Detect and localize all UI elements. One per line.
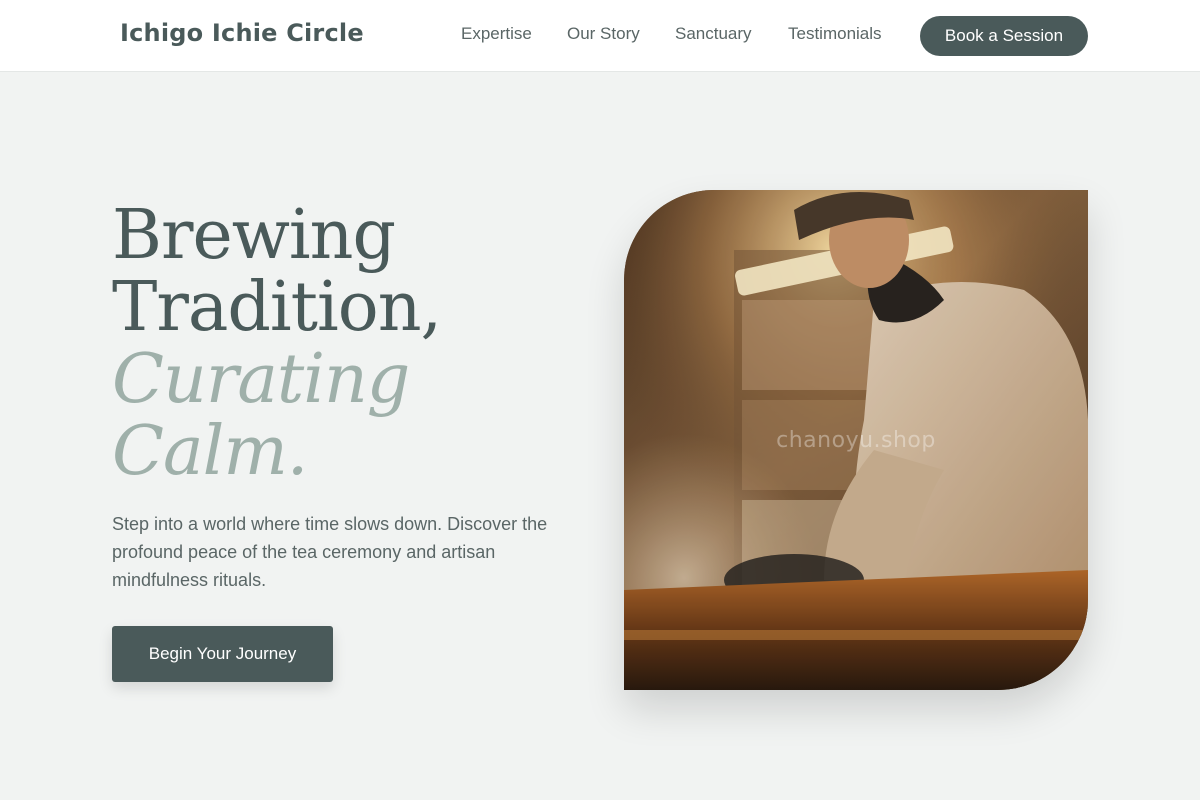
headline-line-calm: Calm.	[112, 412, 308, 491]
hero-headline: Brewing Tradition, Curating Calm.	[112, 196, 442, 491]
hero-photo: chanoyu.shop	[624, 190, 1088, 690]
hero-description: Step into a world where time slows down.…	[112, 514, 548, 590]
top-navigation-bar: Ichigo Ichie Circle Expertise Our Story …	[0, 0, 1200, 72]
nav-link-sanctuary[interactable]: Sanctuary	[675, 24, 752, 44]
nav-link-our-story[interactable]: Our Story	[567, 24, 640, 44]
book-session-button[interactable]: Book a Session	[920, 16, 1088, 56]
headline-line-tradition: Tradition,	[112, 268, 442, 347]
brand-logo-text[interactable]: Ichigo Ichie Circle	[120, 19, 364, 47]
headline-line-curating: Curating	[112, 340, 410, 419]
nav-link-testimonials[interactable]: Testimonials	[788, 24, 882, 44]
begin-journey-button[interactable]: Begin Your Journey	[112, 626, 333, 682]
image-watermark: chanoyu.shop	[776, 428, 936, 453]
nav-link-expertise[interactable]: Expertise	[461, 24, 532, 44]
headline-line-brewing: Brewing	[112, 196, 396, 275]
